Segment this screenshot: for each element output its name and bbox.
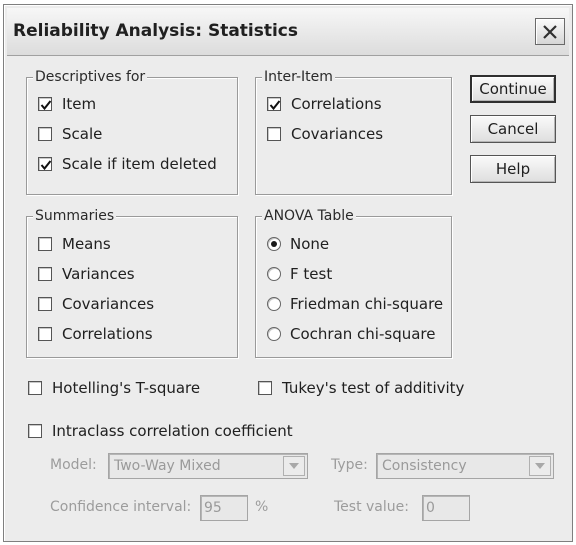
- radio-circle[interactable]: [267, 267, 281, 281]
- anova-f-test-label: F test: [290, 265, 333, 283]
- continue-button[interactable]: Continue: [470, 75, 556, 103]
- checkbox-box[interactable]: [38, 297, 52, 311]
- radio-circle[interactable]: [267, 327, 281, 341]
- model-select[interactable]: Two-Way Mixed: [108, 453, 308, 479]
- confidence-interval-input[interactable]: 95: [200, 495, 248, 521]
- scale-if-item-deleted-checkbox[interactable]: Scale if item deleted: [38, 153, 217, 175]
- radio-selected-dot: [271, 241, 277, 247]
- radio-circle[interactable]: [267, 237, 281, 251]
- scale-checkbox[interactable]: Scale: [38, 123, 102, 145]
- descriptives-legend: Descriptives for: [33, 68, 148, 86]
- anova-none-radio[interactable]: None: [267, 233, 329, 255]
- summaries-covariances-checkbox[interactable]: Covariances: [38, 293, 154, 315]
- item-label: Item: [62, 95, 97, 113]
- intraclass-correlation-checkbox[interactable]: Intraclass correlation coefficient: [28, 420, 293, 442]
- tukeys-label: Tukey's test of additivity: [282, 379, 465, 397]
- hotellings-t-square-checkbox[interactable]: Hotelling's T-square: [28, 377, 200, 399]
- variances-label: Variances: [62, 265, 135, 283]
- reliability-statistics-dialog: Reliability Analysis: Statistics Descrip…: [3, 4, 573, 542]
- inter-item-correlations-label: Correlations: [291, 95, 382, 113]
- title-bar: Reliability Analysis: Statistics: [7, 8, 569, 56]
- anova-friedman-label: Friedman chi-square: [290, 295, 444, 313]
- hotellings-label: Hotelling's T-square: [52, 379, 201, 397]
- anova-table-group: ANOVA Table None F test Friedman chi-squ…: [255, 207, 452, 358]
- scale-label: Scale: [62, 125, 103, 143]
- radio-circle[interactable]: [267, 297, 281, 311]
- inter-item-covariances-label: Covariances: [291, 125, 384, 143]
- anova-none-label: None: [290, 235, 330, 253]
- model-value: Two-Way Mixed: [114, 458, 221, 474]
- intraclass-label: Intraclass correlation coefficient: [52, 422, 293, 440]
- confidence-interval-unit: %: [255, 499, 269, 515]
- inter-item-correlations-checkbox[interactable]: Correlations: [267, 93, 382, 115]
- summaries-correlations-label: Correlations: [62, 325, 153, 343]
- checkbox-box[interactable]: [38, 267, 52, 281]
- window-title: Reliability Analysis: Statistics: [13, 21, 299, 41]
- anova-cochran-label: Cochran chi-square: [290, 325, 436, 343]
- variances-checkbox[interactable]: Variances: [38, 263, 135, 285]
- type-value: Consistency: [382, 458, 467, 474]
- item-checkbox[interactable]: Item: [38, 93, 96, 115]
- tukeys-additivity-checkbox[interactable]: Tukey's test of additivity: [258, 377, 464, 399]
- model-label: Model:: [50, 457, 97, 473]
- type-label: Type:: [331, 457, 368, 473]
- anova-friedman-radio[interactable]: Friedman chi-square: [267, 293, 443, 315]
- descriptives-group: Descriptives for Item Scale Scale if ite…: [26, 68, 238, 195]
- checkbox-box[interactable]: [267, 127, 281, 141]
- close-button[interactable]: [535, 18, 565, 45]
- chevron-down-icon: [535, 463, 545, 469]
- checkbox-box[interactable]: [28, 424, 42, 438]
- type-dropdown-button[interactable]: [529, 456, 551, 476]
- checkbox-box[interactable]: [28, 381, 42, 395]
- checkbox-box[interactable]: [38, 127, 52, 141]
- means-label: Means: [62, 235, 111, 253]
- checkbox-box[interactable]: [267, 97, 281, 111]
- test-value-label: Test value:: [334, 499, 409, 515]
- means-checkbox[interactable]: Means: [38, 233, 111, 255]
- help-button[interactable]: Help: [470, 155, 556, 183]
- summaries-correlations-checkbox[interactable]: Correlations: [38, 323, 153, 345]
- check-mark-icon: [40, 160, 52, 171]
- checkbox-box[interactable]: [38, 157, 52, 171]
- model-dropdown-button[interactable]: [283, 456, 305, 476]
- summaries-covariances-label: Covariances: [62, 295, 155, 313]
- anova-cochran-radio[interactable]: Cochran chi-square: [267, 323, 435, 345]
- test-value-input[interactable]: 0: [422, 495, 470, 521]
- anova-legend: ANOVA Table: [262, 207, 356, 225]
- check-mark-icon: [40, 100, 52, 111]
- checkbox-box[interactable]: [258, 381, 272, 395]
- anova-f-test-radio[interactable]: F test: [267, 263, 332, 285]
- summaries-group: Summaries Means Variances Covariances Co…: [26, 207, 238, 358]
- checkbox-box[interactable]: [38, 327, 52, 341]
- scale-if-item-deleted-label: Scale if item deleted: [62, 155, 217, 173]
- confidence-interval-label: Confidence interval:: [50, 499, 192, 515]
- inter-item-group: Inter-Item Correlations Covariances: [255, 68, 452, 195]
- check-mark-icon: [269, 100, 281, 111]
- inter-item-covariances-checkbox[interactable]: Covariances: [267, 123, 383, 145]
- cancel-button[interactable]: Cancel: [470, 115, 556, 143]
- inter-item-legend: Inter-Item: [262, 68, 335, 86]
- checkbox-box[interactable]: [38, 237, 52, 251]
- chevron-down-icon: [289, 463, 299, 469]
- close-icon: [543, 25, 557, 39]
- summaries-legend: Summaries: [33, 207, 117, 225]
- checkbox-box[interactable]: [38, 97, 52, 111]
- type-select[interactable]: Consistency: [376, 453, 554, 479]
